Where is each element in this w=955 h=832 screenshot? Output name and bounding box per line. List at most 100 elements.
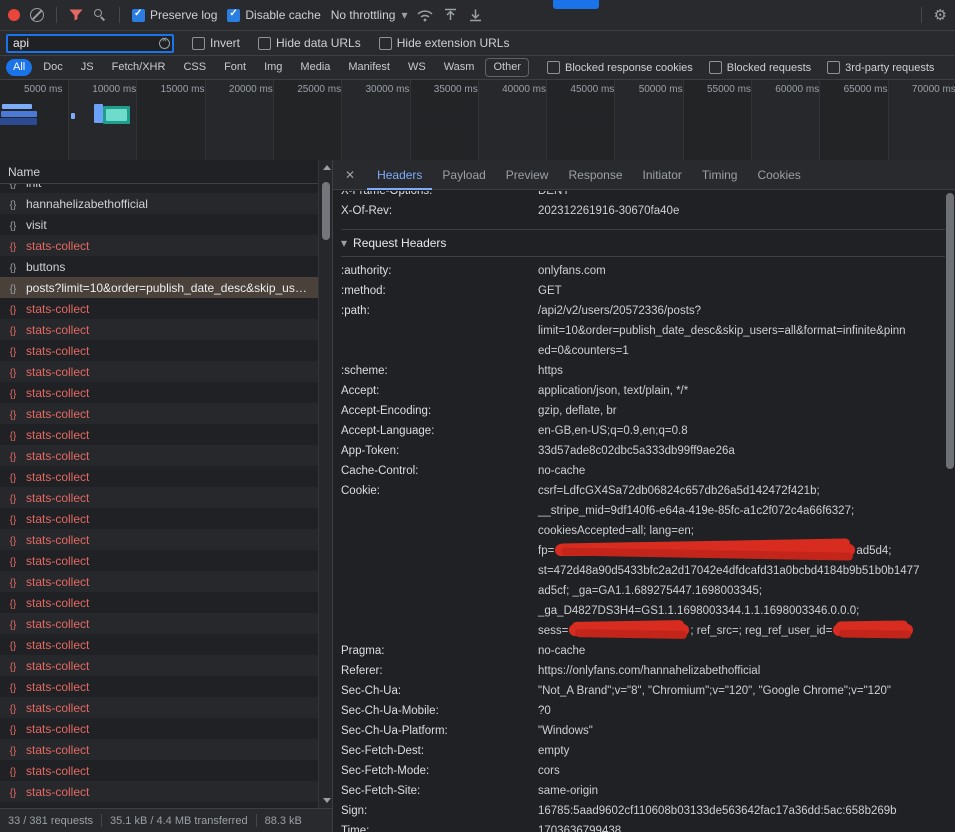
hide-extension-urls-checkbox[interactable]: Hide extension URLs — [379, 36, 510, 50]
filter-icon[interactable] — [69, 9, 83, 21]
clear-filter-icon[interactable] — [159, 38, 170, 49]
request-row[interactable]: stats-collect — [0, 319, 318, 340]
request-row[interactable]: stats-collect — [0, 592, 318, 613]
clear-network-log-button[interactable] — [30, 8, 44, 22]
header-name: Sec-Ch-Ua-Platform: — [341, 721, 538, 741]
request-row[interactable]: stats-collect — [0, 487, 318, 508]
resource-type-filter-bar: AllDocJSFetch/XHRCSSFontImgMediaManifest… — [0, 56, 955, 80]
throttling-dropdown[interactable]: No throttling — [331, 8, 408, 22]
request-headers-section-header[interactable]: Request Headers — [341, 229, 945, 257]
type-filter-other[interactable]: Other — [485, 58, 529, 77]
request-list-scrollbar[interactable] — [318, 160, 332, 808]
hide-data-urls-checkbox[interactable]: Hide data URLs — [258, 36, 361, 50]
request-row[interactable]: stats-collect — [0, 718, 318, 739]
network-overview-timeline[interactable]: 5000 ms10000 ms15000 ms20000 ms25000 ms3… — [0, 80, 955, 161]
tab-response[interactable]: Response — [558, 160, 632, 190]
name-column-header[interactable]: Name — [0, 160, 332, 184]
type-filter-all[interactable]: All — [6, 59, 32, 76]
waterfall-bar — [71, 113, 75, 119]
request-row[interactable]: stats-collect — [0, 550, 318, 571]
type-filter-css[interactable]: CSS — [176, 59, 213, 76]
type-filter-font[interactable]: Font — [217, 59, 253, 76]
type-filter-media[interactable]: Media — [293, 59, 337, 76]
request-row[interactable]: init — [0, 184, 318, 193]
type-filter-ws[interactable]: WS — [401, 59, 433, 76]
timeline-label: 30000 ms — [366, 84, 410, 95]
request-row[interactable]: stats-collect — [0, 235, 318, 256]
script-resource-icon — [6, 764, 20, 778]
network-summary-bar: 33 / 381 requests 35.1 kB / 4.4 MB trans… — [0, 808, 332, 832]
request-name: stats-collect — [26, 365, 312, 379]
devtools-network-panel: Preserve log Disable cache No throttling — [0, 0, 955, 832]
invert-label: Invert — [210, 36, 240, 50]
request-row[interactable]: stats-collect — [0, 781, 318, 802]
request-row[interactable]: stats-collect — [0, 424, 318, 445]
tab-initiator[interactable]: Initiator — [633, 160, 692, 190]
type-filter-img[interactable]: Img — [257, 59, 289, 76]
request-row[interactable]: stats-collect — [0, 676, 318, 697]
tab-timing[interactable]: Timing — [692, 160, 748, 190]
request-row[interactable]: stats-collect — [0, 298, 318, 319]
preserve-log-checkbox[interactable]: Preserve log — [132, 8, 217, 22]
request-row[interactable]: stats-collect — [0, 403, 318, 424]
export-har-icon[interactable] — [468, 8, 483, 22]
request-row[interactable]: stats-collect — [0, 382, 318, 403]
import-har-icon[interactable] — [443, 8, 458, 22]
script-resource-icon — [6, 554, 20, 568]
request-row[interactable]: stats-collect — [0, 634, 318, 655]
search-icon[interactable] — [93, 8, 107, 22]
request-row[interactable]: stats-collect — [0, 760, 318, 781]
tab-preview[interactable]: Preview — [496, 160, 559, 190]
type-filter-doc[interactable]: Doc — [36, 59, 70, 76]
type-filter-manifest[interactable]: Manifest — [341, 59, 397, 76]
type-filter-wasm[interactable]: Wasm — [437, 59, 482, 76]
header-row: Pragma:no-cache — [341, 641, 945, 661]
chevron-down-icon — [401, 8, 407, 22]
blocked-requests-checkbox[interactable]: Blocked requests — [709, 61, 811, 74]
scroll-up-arrow-icon[interactable] — [323, 165, 331, 170]
type-filter-fetch-xhr[interactable]: Fetch/XHR — [105, 59, 173, 76]
record-button[interactable] — [8, 9, 20, 21]
request-row[interactable]: buttons — [0, 256, 318, 277]
header-name: Sec-Ch-Ua: — [341, 681, 538, 701]
request-row[interactable]: stats-collect — [0, 361, 318, 382]
3rd-party-requests-checkbox[interactable]: 3rd-party requests — [827, 61, 934, 74]
filter-input[interactable] — [6, 34, 174, 53]
throttling-value: No throttling — [331, 8, 396, 22]
scrollbar-thumb[interactable] — [946, 193, 954, 469]
request-row[interactable]: stats-collect — [0, 739, 318, 760]
request-row[interactable]: stats-collect — [0, 466, 318, 487]
disable-cache-checkbox[interactable]: Disable cache — [227, 8, 320, 22]
request-row[interactable]: stats-collect — [0, 340, 318, 361]
type-filter-js[interactable]: JS — [74, 59, 101, 76]
request-row[interactable]: stats-collect — [0, 445, 318, 466]
close-icon[interactable] — [333, 168, 367, 182]
request-details-panel: HeadersPayloadPreviewResponseInitiatorTi… — [332, 160, 955, 832]
request-row[interactable]: stats-collect — [0, 508, 318, 529]
request-row[interactable]: hannahelizabethofficial — [0, 193, 318, 214]
scrollbar-thumb[interactable] — [322, 182, 330, 240]
request-row[interactable]: visit — [0, 214, 318, 235]
request-row[interactable]: stats-collect — [0, 613, 318, 634]
scroll-down-arrow-icon[interactable] — [323, 798, 331, 803]
hide-data-urls-label: Hide data URLs — [276, 36, 361, 50]
timeline-gridline — [751, 80, 752, 160]
tab-payload[interactable]: Payload — [432, 160, 495, 190]
blocked-response-cookies-checkbox[interactable]: Blocked response cookies — [547, 61, 693, 74]
details-scrollbar[interactable] — [945, 191, 955, 832]
header-name: Sign: — [341, 801, 538, 821]
invert-checkbox[interactable]: Invert — [192, 36, 240, 50]
request-row[interactable]: stats-collect — [0, 655, 318, 676]
script-resource-icon — [6, 184, 20, 190]
request-row[interactable]: stats-collect — [0, 571, 318, 592]
request-row[interactable]: stats-collect — [0, 529, 318, 550]
tab-cookies[interactable]: Cookies — [747, 160, 810, 190]
request-row[interactable]: posts?limit=10&order=publish_date_desc&s… — [0, 277, 318, 298]
network-conditions-icon[interactable] — [417, 9, 433, 22]
request-name: stats-collect — [26, 638, 312, 652]
settings-gear-icon[interactable] — [934, 6, 947, 24]
tab-headers[interactable]: Headers — [367, 160, 432, 190]
script-resource-icon — [6, 260, 20, 274]
request-row[interactable]: stats-collect — [0, 697, 318, 718]
summary-divider — [256, 814, 257, 827]
